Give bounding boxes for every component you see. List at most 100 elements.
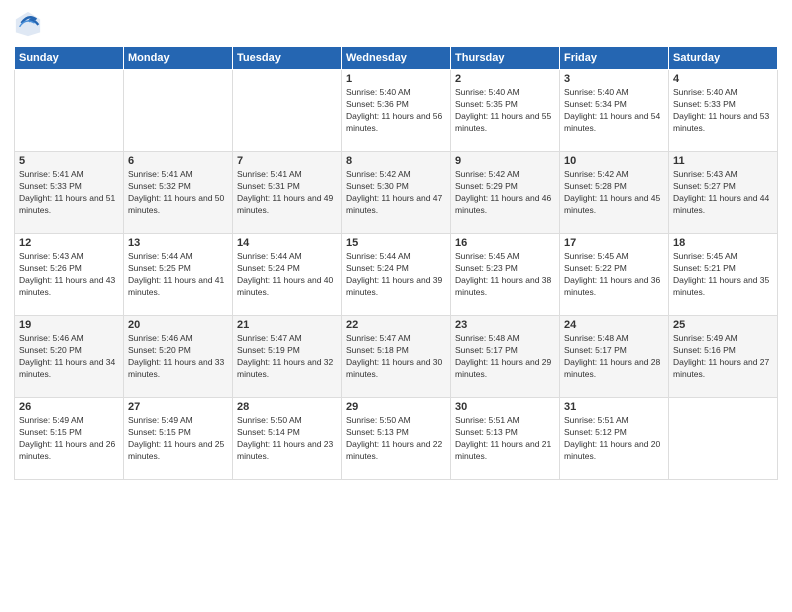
sunset-time: Sunset: 5:16 PM bbox=[673, 345, 736, 355]
sunset-time: Sunset: 5:15 PM bbox=[19, 427, 82, 437]
sunset-time: Sunset: 5:24 PM bbox=[346, 263, 409, 273]
sunset-time: Sunset: 5:23 PM bbox=[455, 263, 518, 273]
day-info: Sunrise: 5:49 AM Sunset: 5:15 PM Dayligh… bbox=[128, 415, 228, 463]
sunset-time: Sunset: 5:13 PM bbox=[346, 427, 409, 437]
day-number: 8 bbox=[346, 155, 446, 167]
daylight-hours: Daylight: 11 hours and 30 minutes. bbox=[346, 357, 442, 379]
calendar-cell: 10 Sunrise: 5:42 AM Sunset: 5:28 PM Dayl… bbox=[560, 152, 669, 234]
sunset-time: Sunset: 5:21 PM bbox=[673, 263, 736, 273]
day-info: Sunrise: 5:50 AM Sunset: 5:13 PM Dayligh… bbox=[346, 415, 446, 463]
day-number: 29 bbox=[346, 401, 446, 413]
calendar-cell: 21 Sunrise: 5:47 AM Sunset: 5:19 PM Dayl… bbox=[233, 316, 342, 398]
sunrise-time: Sunrise: 5:49 AM bbox=[128, 415, 193, 425]
daylight-hours: Daylight: 11 hours and 45 minutes. bbox=[564, 193, 660, 215]
calendar-cell: 24 Sunrise: 5:48 AM Sunset: 5:17 PM Dayl… bbox=[560, 316, 669, 398]
calendar-cell bbox=[124, 70, 233, 152]
day-number: 9 bbox=[455, 155, 555, 167]
daylight-hours: Daylight: 11 hours and 27 minutes. bbox=[673, 357, 769, 379]
day-info: Sunrise: 5:42 AM Sunset: 5:28 PM Dayligh… bbox=[564, 169, 664, 217]
daylight-hours: Daylight: 11 hours and 46 minutes. bbox=[455, 193, 551, 215]
sunset-time: Sunset: 5:22 PM bbox=[564, 263, 627, 273]
calendar-table: Sunday Monday Tuesday Wednesday Thursday… bbox=[14, 46, 778, 480]
col-thursday: Thursday bbox=[451, 47, 560, 70]
sunrise-time: Sunrise: 5:43 AM bbox=[19, 251, 84, 261]
day-info: Sunrise: 5:49 AM Sunset: 5:16 PM Dayligh… bbox=[673, 333, 773, 381]
day-info: Sunrise: 5:40 AM Sunset: 5:34 PM Dayligh… bbox=[564, 87, 664, 135]
day-number: 30 bbox=[455, 401, 555, 413]
day-info: Sunrise: 5:44 AM Sunset: 5:25 PM Dayligh… bbox=[128, 251, 228, 299]
daylight-hours: Daylight: 11 hours and 29 minutes. bbox=[455, 357, 551, 379]
day-number: 31 bbox=[564, 401, 664, 413]
sunrise-time: Sunrise: 5:40 AM bbox=[564, 87, 629, 97]
sunset-time: Sunset: 5:33 PM bbox=[673, 99, 736, 109]
sunrise-time: Sunrise: 5:42 AM bbox=[346, 169, 411, 179]
sunrise-time: Sunrise: 5:48 AM bbox=[455, 333, 520, 343]
day-number: 17 bbox=[564, 237, 664, 249]
sunset-time: Sunset: 5:29 PM bbox=[455, 181, 518, 191]
day-number: 18 bbox=[673, 237, 773, 249]
sunrise-time: Sunrise: 5:51 AM bbox=[455, 415, 520, 425]
daylight-hours: Daylight: 11 hours and 21 minutes. bbox=[455, 439, 551, 461]
sunrise-time: Sunrise: 5:51 AM bbox=[564, 415, 629, 425]
calendar-cell: 3 Sunrise: 5:40 AM Sunset: 5:34 PM Dayli… bbox=[560, 70, 669, 152]
calendar-cell: 25 Sunrise: 5:49 AM Sunset: 5:16 PM Dayl… bbox=[669, 316, 778, 398]
sunrise-time: Sunrise: 5:41 AM bbox=[19, 169, 84, 179]
day-number: 20 bbox=[128, 319, 228, 331]
day-info: Sunrise: 5:48 AM Sunset: 5:17 PM Dayligh… bbox=[564, 333, 664, 381]
calendar-cell: 12 Sunrise: 5:43 AM Sunset: 5:26 PM Dayl… bbox=[15, 234, 124, 316]
sunrise-time: Sunrise: 5:42 AM bbox=[564, 169, 629, 179]
col-monday: Monday bbox=[124, 47, 233, 70]
calendar-week-row: 1 Sunrise: 5:40 AM Sunset: 5:36 PM Dayli… bbox=[15, 70, 778, 152]
day-info: Sunrise: 5:51 AM Sunset: 5:12 PM Dayligh… bbox=[564, 415, 664, 463]
day-info: Sunrise: 5:46 AM Sunset: 5:20 PM Dayligh… bbox=[128, 333, 228, 381]
sunrise-time: Sunrise: 5:40 AM bbox=[673, 87, 738, 97]
day-number: 26 bbox=[19, 401, 119, 413]
daylight-hours: Daylight: 11 hours and 50 minutes. bbox=[128, 193, 224, 215]
sunset-time: Sunset: 5:27 PM bbox=[673, 181, 736, 191]
sunrise-time: Sunrise: 5:45 AM bbox=[564, 251, 629, 261]
calendar-cell: 19 Sunrise: 5:46 AM Sunset: 5:20 PM Dayl… bbox=[15, 316, 124, 398]
calendar-cell: 30 Sunrise: 5:51 AM Sunset: 5:13 PM Dayl… bbox=[451, 398, 560, 480]
daylight-hours: Daylight: 11 hours and 56 minutes. bbox=[346, 111, 442, 133]
daylight-hours: Daylight: 11 hours and 36 minutes. bbox=[564, 275, 660, 297]
sunset-time: Sunset: 5:13 PM bbox=[455, 427, 518, 437]
day-info: Sunrise: 5:44 AM Sunset: 5:24 PM Dayligh… bbox=[237, 251, 337, 299]
calendar-cell: 31 Sunrise: 5:51 AM Sunset: 5:12 PM Dayl… bbox=[560, 398, 669, 480]
calendar-cell: 27 Sunrise: 5:49 AM Sunset: 5:15 PM Dayl… bbox=[124, 398, 233, 480]
calendar-week-row: 19 Sunrise: 5:46 AM Sunset: 5:20 PM Dayl… bbox=[15, 316, 778, 398]
calendar-cell: 16 Sunrise: 5:45 AM Sunset: 5:23 PM Dayl… bbox=[451, 234, 560, 316]
sunrise-time: Sunrise: 5:40 AM bbox=[346, 87, 411, 97]
calendar-cell: 13 Sunrise: 5:44 AM Sunset: 5:25 PM Dayl… bbox=[124, 234, 233, 316]
sunrise-time: Sunrise: 5:49 AM bbox=[673, 333, 738, 343]
sunset-time: Sunset: 5:36 PM bbox=[346, 99, 409, 109]
daylight-hours: Daylight: 11 hours and 33 minutes. bbox=[128, 357, 224, 379]
sunset-time: Sunset: 5:17 PM bbox=[564, 345, 627, 355]
calendar-cell: 8 Sunrise: 5:42 AM Sunset: 5:30 PM Dayli… bbox=[342, 152, 451, 234]
daylight-hours: Daylight: 11 hours and 53 minutes. bbox=[673, 111, 769, 133]
daylight-hours: Daylight: 11 hours and 22 minutes. bbox=[346, 439, 442, 461]
daylight-hours: Daylight: 11 hours and 40 minutes. bbox=[237, 275, 333, 297]
daylight-hours: Daylight: 11 hours and 32 minutes. bbox=[237, 357, 333, 379]
daylight-hours: Daylight: 11 hours and 55 minutes. bbox=[455, 111, 551, 133]
calendar-cell: 17 Sunrise: 5:45 AM Sunset: 5:22 PM Dayl… bbox=[560, 234, 669, 316]
calendar-cell: 1 Sunrise: 5:40 AM Sunset: 5:36 PM Dayli… bbox=[342, 70, 451, 152]
col-saturday: Saturday bbox=[669, 47, 778, 70]
day-info: Sunrise: 5:50 AM Sunset: 5:14 PM Dayligh… bbox=[237, 415, 337, 463]
daylight-hours: Daylight: 11 hours and 47 minutes. bbox=[346, 193, 442, 215]
day-number: 28 bbox=[237, 401, 337, 413]
day-number: 5 bbox=[19, 155, 119, 167]
calendar-cell bbox=[669, 398, 778, 480]
header bbox=[14, 10, 778, 38]
day-info: Sunrise: 5:40 AM Sunset: 5:35 PM Dayligh… bbox=[455, 87, 555, 135]
sunset-time: Sunset: 5:20 PM bbox=[128, 345, 191, 355]
calendar-cell: 20 Sunrise: 5:46 AM Sunset: 5:20 PM Dayl… bbox=[124, 316, 233, 398]
day-number: 2 bbox=[455, 73, 555, 85]
sunrise-time: Sunrise: 5:49 AM bbox=[19, 415, 84, 425]
day-number: 21 bbox=[237, 319, 337, 331]
sunset-time: Sunset: 5:30 PM bbox=[346, 181, 409, 191]
calendar-cell: 14 Sunrise: 5:44 AM Sunset: 5:24 PM Dayl… bbox=[233, 234, 342, 316]
day-info: Sunrise: 5:42 AM Sunset: 5:30 PM Dayligh… bbox=[346, 169, 446, 217]
sunset-time: Sunset: 5:24 PM bbox=[237, 263, 300, 273]
sunrise-time: Sunrise: 5:48 AM bbox=[564, 333, 629, 343]
col-friday: Friday bbox=[560, 47, 669, 70]
